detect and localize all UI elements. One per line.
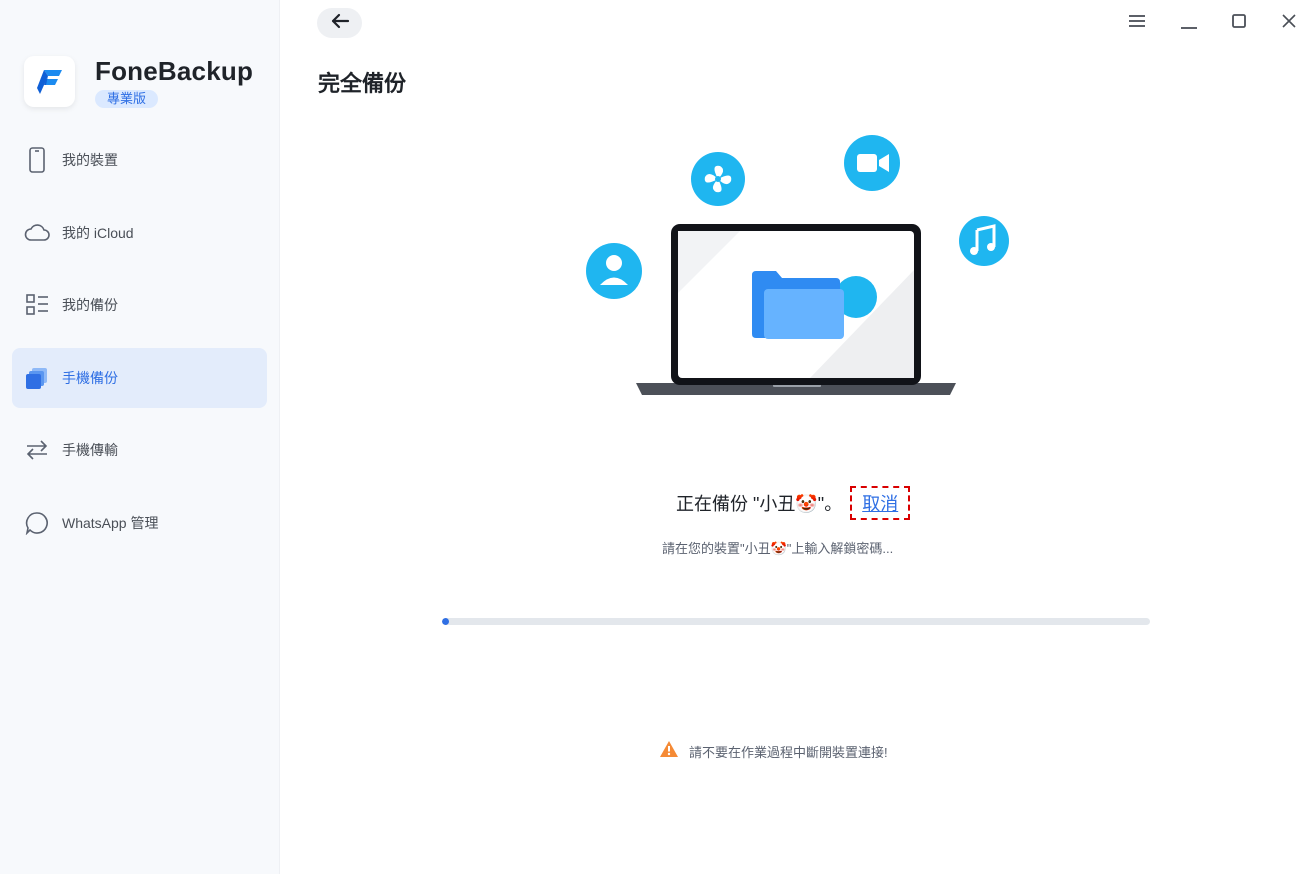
cloud-icon (24, 220, 50, 246)
status-text: 正在備份 "小丑🤡"。 (676, 494, 843, 514)
menu-button[interactable] (1124, 10, 1150, 36)
close-button[interactable] (1276, 10, 1302, 36)
list-icon (24, 292, 50, 318)
minimize-icon (1180, 12, 1198, 35)
sidebar-item-my-icloud[interactable]: 我的 iCloud (12, 203, 267, 263)
back-button[interactable] (317, 8, 362, 38)
maximize-button[interactable] (1226, 10, 1252, 36)
close-icon (1281, 13, 1297, 34)
app-name: FoneBackup (95, 56, 254, 86)
sidebar-item-label: 我的 iCloud (62, 224, 134, 241)
fonebackup-logo-icon (24, 56, 75, 107)
user-icon (586, 243, 642, 299)
phone-icon (24, 147, 50, 173)
backup-icon (24, 365, 50, 391)
pinwheel-icon (691, 152, 745, 206)
maximize-icon (1231, 13, 1247, 34)
progress-fill (442, 618, 450, 625)
sidebar-item-my-backups[interactable]: 我的備份 (12, 275, 267, 335)
sidebar-item-phone-backup[interactable]: 手機備份 (12, 347, 267, 408)
unlock-hint: 請在您的裝置"小丑🤡"上輸入解鎖密碼... (662, 541, 894, 556)
arrow-left-icon (330, 13, 350, 34)
backup-status: 正在備份 "小丑🤡"。 取消 (676, 486, 911, 520)
chat-bubble-icon (24, 510, 50, 536)
sidebar-item-my-device[interactable]: 我的裝置 (12, 130, 267, 190)
sidebar-item-label: 我的備份 (62, 297, 118, 313)
sidebar-item-label: WhatsApp 管理 (62, 514, 159, 531)
page-title: 完全備份 (318, 71, 407, 96)
sidebar: FoneBackup 專業版 我的裝置 我的 iCloud 我的備份 手機備份 … (0, 0, 280, 874)
progress-bar (442, 618, 1150, 625)
hamburger-icon (1128, 14, 1146, 33)
cancel-link[interactable]: 取消 (862, 494, 898, 514)
video-camera-icon (844, 135, 900, 191)
sidebar-item-phone-transfer[interactable]: 手機傳輸 (12, 420, 267, 480)
sidebar-item-label: 手機備份 (62, 369, 118, 386)
music-note-icon (959, 216, 1009, 266)
brand: FoneBackup 專業版 (24, 56, 253, 108)
sidebar-item-whatsapp[interactable]: WhatsApp 管理 (12, 493, 267, 553)
sidebar-item-label: 手機傳輸 (62, 442, 118, 458)
backup-illustration (580, 130, 1020, 410)
edition-badge: 專業版 (95, 90, 159, 108)
minimize-button[interactable] (1176, 10, 1202, 36)
transfer-icon (24, 437, 50, 463)
sidebar-item-label: 我的裝置 (62, 152, 118, 168)
warning-text: 請不要在作業過程中斷開裝置連接! (689, 745, 888, 760)
sidebar-nav: 我的裝置 我的 iCloud 我的備份 手機備份 手機傳輸 WhatsApp 管… (12, 130, 267, 565)
warning-message: 請不要在作業過程中斷開裝置連接! (659, 740, 888, 763)
cancel-highlight: 取消 (850, 486, 911, 520)
warning-icon (659, 740, 679, 763)
